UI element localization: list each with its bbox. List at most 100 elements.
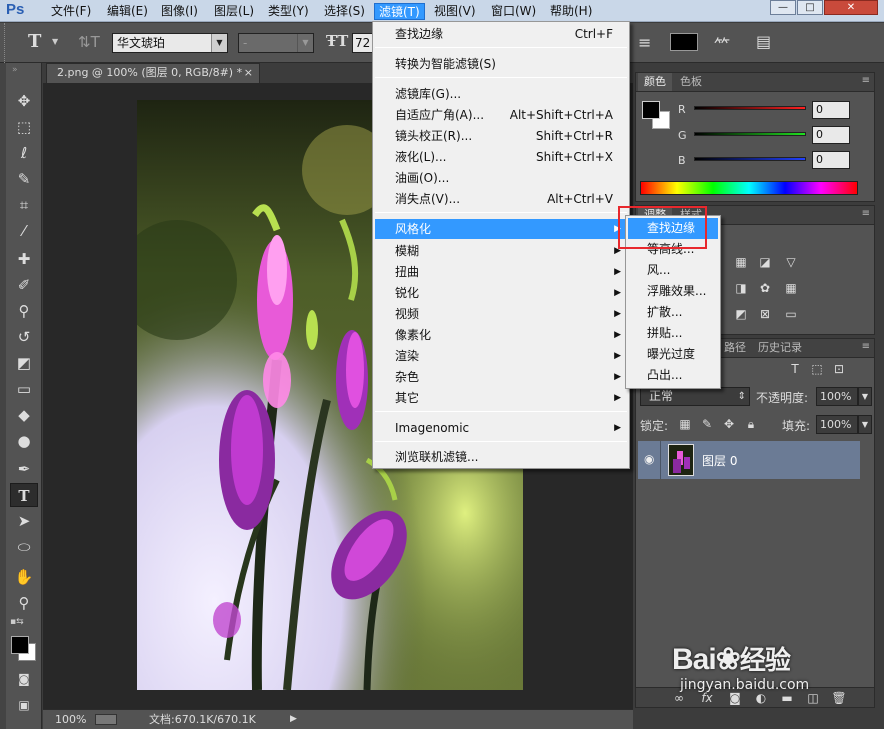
filter-type-icon[interactable]: T bbox=[786, 361, 804, 377]
gradient-map-icon[interactable]: ▽ bbox=[782, 254, 800, 270]
document-tab[interactable]: 2.png @ 100% (图层 0, RGB/8#) * × bbox=[46, 63, 260, 83]
panel-menu-icon[interactable]: ≡ bbox=[862, 341, 870, 352]
layer-name[interactable]: 图层 0 bbox=[702, 452, 737, 469]
tab-color[interactable]: 颜色 bbox=[638, 73, 672, 91]
type-tool-icon[interactable]: T bbox=[28, 31, 41, 52]
healing-brush-tool-icon[interactable]: ✚ bbox=[10, 247, 38, 271]
menu-item-stylize[interactable]: 风格化 ▶ bbox=[375, 219, 627, 239]
menu-select[interactable]: 选择(S) bbox=[320, 3, 369, 20]
move-tool-icon[interactable]: ✥ bbox=[10, 89, 38, 113]
default-colors-icon[interactable]: ▪⇆ bbox=[10, 617, 24, 627]
tab-history[interactable]: 历史记录 bbox=[752, 339, 808, 357]
quick-mask-icon[interactable]: ◙ bbox=[10, 667, 38, 691]
menu-item-browse-online[interactable]: 浏览联机滤镜... bbox=[375, 447, 627, 467]
minimize-button[interactable]: — bbox=[770, 0, 796, 15]
blur-tool-icon[interactable]: ◆ bbox=[10, 403, 38, 427]
menu-filter[interactable]: 滤镜(T) bbox=[374, 3, 425, 20]
menu-file[interactable]: 文件(F) bbox=[47, 3, 95, 20]
path-select-tool-icon[interactable]: ➤ bbox=[10, 509, 38, 533]
menu-item-vanishing-point[interactable]: 消失点(V)... Alt+Ctrl+V bbox=[375, 189, 627, 209]
tab-paths[interactable]: 路径 bbox=[718, 339, 752, 357]
visibility-eye-icon[interactable]: ◉ bbox=[644, 452, 654, 466]
maximize-button[interactable]: □ bbox=[797, 0, 823, 15]
menu-item-convert-smart-filter[interactable]: 转换为智能滤镜(S) bbox=[375, 54, 627, 74]
character-panel-icon[interactable]: ▤ bbox=[756, 32, 771, 51]
green-slider[interactable] bbox=[694, 132, 806, 136]
quick-select-tool-icon[interactable]: ✎ bbox=[10, 167, 38, 191]
dodge-tool-icon[interactable]: ● bbox=[10, 429, 38, 453]
lock-pixels-icon[interactable]: ✎ bbox=[698, 416, 716, 432]
menu-type[interactable]: 类型(Y) bbox=[264, 3, 313, 20]
menu-item-adaptive-wide-angle[interactable]: 自适应广角(A)... Alt+Shift+Ctrl+A bbox=[375, 105, 627, 125]
red-slider[interactable] bbox=[694, 106, 806, 110]
chevron-down-icon[interactable]: ▼ bbox=[858, 415, 872, 434]
close-window-button[interactable]: ✕ bbox=[824, 0, 878, 15]
preview-icon[interactable] bbox=[95, 714, 117, 725]
zoom-tool-icon[interactable]: ⚲ bbox=[10, 591, 38, 615]
blue-slider[interactable] bbox=[694, 157, 806, 161]
filter-smart-icon[interactable]: ⊡ bbox=[830, 361, 848, 377]
marquee-tool-icon[interactable]: ⬚ bbox=[10, 115, 38, 139]
tab-swatches[interactable]: 色板 bbox=[674, 73, 708, 91]
submenu-item-tiles[interactable]: 拼贴... bbox=[628, 323, 718, 344]
menu-layer[interactable]: 图层(L) bbox=[210, 3, 258, 20]
menu-item-other[interactable]: 其它 ▶ bbox=[375, 388, 627, 408]
type-tool-icon[interactable]: T bbox=[10, 483, 38, 507]
font-style-select[interactable]: - ▼ bbox=[238, 33, 314, 53]
font-size-input[interactable]: 72 bbox=[352, 33, 374, 53]
trash-icon[interactable]: 🗑︎ bbox=[830, 690, 848, 706]
screen-mode-icon[interactable]: ▣ bbox=[10, 693, 38, 717]
eraser-tool-icon[interactable]: ◩ bbox=[10, 351, 38, 375]
menu-item-video[interactable]: 视频 ▶ bbox=[375, 304, 627, 324]
close-tab-icon[interactable]: × bbox=[244, 64, 253, 82]
layer-row[interactable]: ◉ 图层 0 bbox=[638, 441, 860, 479]
panel-menu-icon[interactable]: ≡ bbox=[862, 208, 870, 219]
foreground-color-swatch[interactable] bbox=[642, 101, 660, 119]
font-family-select[interactable]: 华文琥珀 ▼ bbox=[112, 33, 228, 53]
blue-value-input[interactable]: 0 bbox=[812, 151, 850, 169]
menu-item-blur[interactable]: 模糊 ▶ bbox=[375, 241, 627, 261]
color-lookup-icon[interactable]: ▦ bbox=[782, 280, 800, 296]
selective-color-icon[interactable]: ⊠ bbox=[756, 306, 774, 322]
brush-tool-icon[interactable]: ✐ bbox=[10, 273, 38, 297]
red-value-input[interactable]: 0 bbox=[812, 101, 850, 119]
lasso-tool-icon[interactable]: ℓ bbox=[10, 141, 38, 165]
threshold-icon[interactable]: ◩ bbox=[732, 306, 750, 322]
invert-icon[interactable]: ▭ bbox=[782, 306, 800, 322]
panel-menu-icon[interactable]: ≡ bbox=[862, 75, 870, 86]
menu-item-find-edges-last[interactable]: 查找边缘 Ctrl+F bbox=[375, 24, 627, 44]
submenu-item-extrude[interactable]: 凸出... bbox=[628, 365, 718, 386]
stamp-tool-icon[interactable]: ⚲ bbox=[10, 299, 38, 323]
levels-icon[interactable]: ▦ bbox=[732, 254, 750, 270]
fill-input[interactable]: 100% bbox=[816, 415, 858, 434]
menu-item-render[interactable]: 渲染 ▶ bbox=[375, 346, 627, 366]
eyedropper-tool-icon[interactable]: ⁄ bbox=[10, 219, 38, 243]
gradient-tool-icon[interactable]: ▭ bbox=[10, 377, 38, 401]
menu-item-liquify[interactable]: 液化(L)... Shift+Ctrl+X bbox=[375, 147, 627, 167]
lock-position-icon[interactable]: ✥ bbox=[720, 416, 738, 432]
submenu-item-wind[interactable]: 风... bbox=[628, 260, 718, 281]
hand-tool-icon[interactable]: ✋ bbox=[10, 565, 38, 589]
color-spectrum-bar[interactable] bbox=[640, 181, 858, 195]
crop-tool-icon[interactable]: ⌗ bbox=[10, 193, 38, 217]
menu-item-distort[interactable]: 扭曲 ▶ bbox=[375, 262, 627, 282]
menu-item-noise[interactable]: 杂色 ▶ bbox=[375, 367, 627, 387]
ellipse-tool-icon[interactable]: ⬭ bbox=[10, 535, 38, 559]
menu-window[interactable]: 窗口(W) bbox=[487, 3, 540, 20]
color-balance-icon[interactable]: ◨ bbox=[732, 280, 750, 296]
submenu-item-diffuse[interactable]: 扩散... bbox=[628, 302, 718, 323]
lock-transparent-icon[interactable]: ▦ bbox=[676, 416, 694, 432]
menu-item-filter-gallery[interactable]: 滤镜库(G)... bbox=[375, 84, 627, 104]
curves-icon[interactable]: ◪ bbox=[756, 254, 774, 270]
filter-shape-icon[interactable]: ⬚ bbox=[808, 361, 826, 377]
zoom-level[interactable]: 100% bbox=[55, 710, 86, 729]
menu-item-pixelate[interactable]: 像素化 ▶ bbox=[375, 325, 627, 345]
menu-help[interactable]: 帮助(H) bbox=[546, 3, 596, 20]
channel-mixer-icon[interactable]: ✿ bbox=[756, 280, 774, 296]
history-brush-tool-icon[interactable]: ↺ bbox=[10, 325, 38, 349]
play-arrow-icon[interactable]: ▶ bbox=[290, 710, 297, 729]
menu-item-imagenomic[interactable]: Imagenomic ▶ bbox=[375, 418, 627, 438]
align-justify-icon[interactable]: ≡ bbox=[638, 33, 651, 52]
menu-item-lens-correction[interactable]: 镜头校正(R)... Shift+Ctrl+R bbox=[375, 126, 627, 146]
opacity-input[interactable]: 100% bbox=[816, 387, 858, 406]
